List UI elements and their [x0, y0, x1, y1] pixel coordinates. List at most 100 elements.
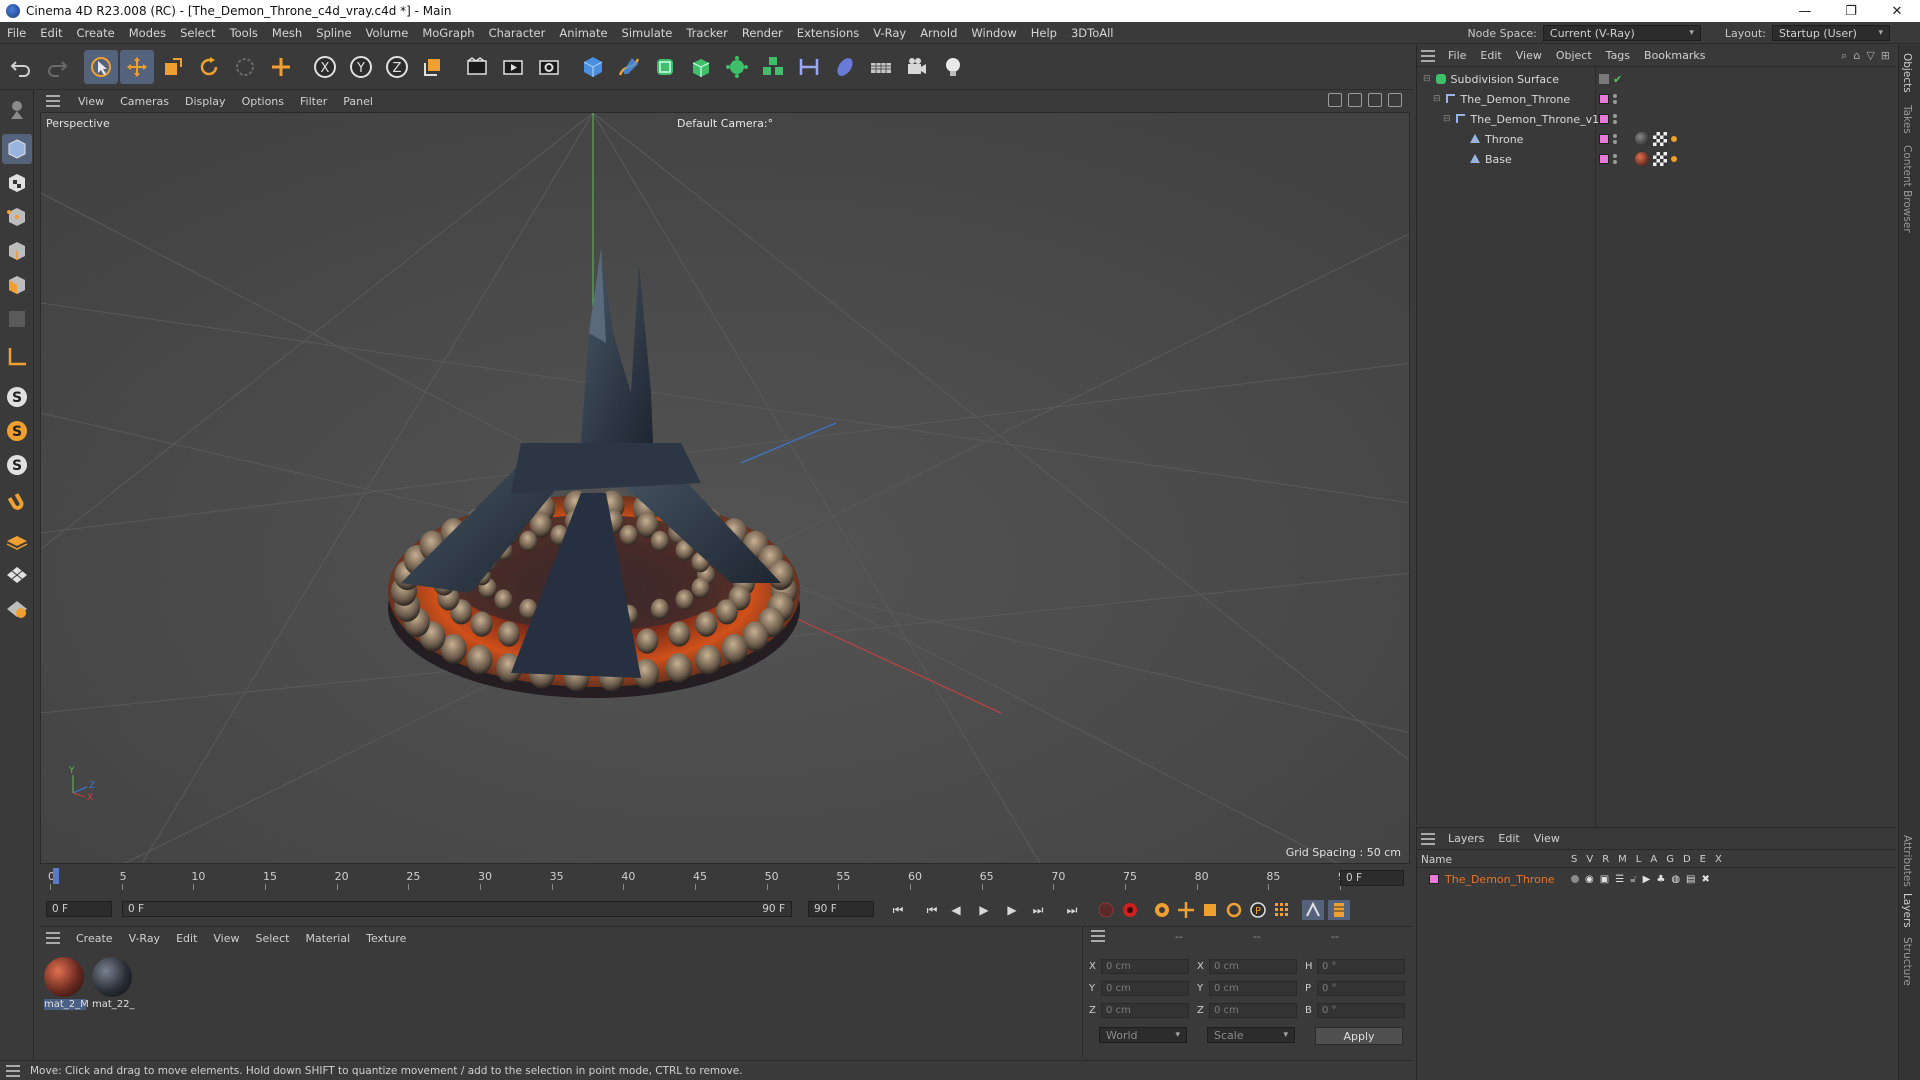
material-tag-icon[interactable]	[1635, 152, 1649, 166]
go-to-end-button[interactable]: ⏭	[1062, 900, 1082, 920]
uvw-tag-icon[interactable]	[1653, 132, 1667, 146]
visibility-dots-icon[interactable]	[1613, 154, 1617, 164]
subdivision-surface-button[interactable]	[648, 50, 682, 84]
size-z-field[interactable]: 0 cm	[1209, 1002, 1297, 1018]
visibility-dots-icon[interactable]	[1613, 134, 1617, 144]
node-space-select[interactable]: Current (V-Ray) ▾	[1542, 25, 1701, 41]
key-rotation-button[interactable]	[1224, 900, 1244, 920]
object-manager-menu-icon[interactable]	[1421, 49, 1435, 62]
material-menu-edit[interactable]: Edit	[168, 932, 205, 945]
make-editable-button[interactable]	[2, 94, 32, 124]
layer-menu-icon[interactable]	[1421, 832, 1435, 845]
visibility-dots-icon[interactable]	[1613, 114, 1617, 124]
menu-select[interactable]: Select	[173, 26, 222, 40]
redo-button[interactable]	[40, 50, 74, 84]
point-mode-button[interactable]	[2, 202, 32, 232]
coordinate-system-button[interactable]	[416, 50, 450, 84]
snap-settings-button[interactable]: S	[2, 416, 32, 446]
select-tool-button[interactable]	[84, 50, 118, 84]
tab-takes[interactable]: Takes	[1901, 105, 1913, 134]
uvw-tag-icon[interactable]	[1653, 152, 1667, 166]
rotation-h-field[interactable]: 0 °	[1317, 958, 1405, 974]
rotate-tool-button[interactable]	[192, 50, 226, 84]
material-menu-view[interactable]: View	[205, 932, 247, 945]
timeline-view-button[interactable]	[1328, 900, 1350, 920]
apply-button[interactable]: Apply	[1315, 1027, 1403, 1045]
position-x-field[interactable]: 0 cm	[1101, 958, 1189, 974]
viewport-menu-view[interactable]: View	[70, 95, 112, 108]
camera-label[interactable]: Default Camera:°	[677, 117, 773, 130]
tab-structure[interactable]: Structure	[1901, 937, 1913, 986]
om-menu-tags[interactable]: Tags	[1599, 49, 1637, 62]
animation-flag-icon[interactable]: ▶	[1643, 874, 1651, 885]
layer-menu-edit[interactable]: Edit	[1491, 832, 1526, 845]
polygon-mode-button[interactable]	[2, 270, 32, 300]
close-button[interactable]: ✕	[1874, 0, 1920, 22]
material-swatch[interactable]: mat_22_	[92, 957, 135, 1015]
current-frame-field[interactable]: 0 F	[1340, 870, 1404, 886]
cloner-button[interactable]	[720, 50, 754, 84]
tab-attributes[interactable]: Attributes	[1901, 835, 1913, 887]
pan-icon[interactable]	[1328, 93, 1342, 107]
generator-flag-icon[interactable]: ♣	[1656, 874, 1665, 885]
layer-sheet-button[interactable]	[2, 526, 32, 556]
frame-range-slider[interactable]: 0 F 90 F	[122, 901, 792, 917]
key-scale-button[interactable]	[1200, 900, 1220, 920]
viewport-menu-icon[interactable]	[46, 95, 60, 107]
layout-select[interactable]: Startup (User) ▾	[1772, 25, 1890, 41]
camera-button[interactable]	[900, 50, 934, 84]
object-row[interactable]: Throne	[1417, 129, 1897, 149]
viewport-menu-display[interactable]: Display	[177, 95, 234, 108]
undo-button[interactable]	[4, 50, 38, 84]
material-tag-icon[interactable]	[1635, 132, 1649, 146]
magnet-button[interactable]	[2, 488, 32, 518]
menu-modes[interactable]: Modes	[122, 26, 173, 40]
menu-vray[interactable]: V-Ray	[866, 26, 913, 40]
field-button[interactable]	[828, 50, 862, 84]
keyframe-selection-button[interactable]	[1152, 900, 1172, 920]
deformer-button[interactable]	[792, 50, 826, 84]
position-y-field[interactable]: 0 cm	[1101, 980, 1189, 996]
material-swatch[interactable]: mat_2_M	[44, 957, 89, 1015]
layer-menu-layers[interactable]: Layers	[1441, 832, 1491, 845]
recent-tool-button[interactable]	[228, 50, 262, 84]
render-view-button[interactable]	[496, 50, 530, 84]
collapse-icon[interactable]: ⊟	[1433, 94, 1441, 104]
material-menu-select[interactable]: Select	[248, 932, 298, 945]
timeline-ruler[interactable]: 051015202530354045505560657075808590 0 F	[40, 866, 1410, 894]
manager-flag-icon[interactable]: ☰	[1615, 874, 1624, 885]
tab-content-browser[interactable]: Content Browser	[1901, 145, 1913, 233]
transform-mode-select[interactable]: Scale ▾	[1207, 1027, 1295, 1043]
frame-ruler[interactable]: 051015202530354045505560657075808590	[48, 866, 1352, 892]
key-position-button[interactable]	[1176, 900, 1196, 920]
menu-edit[interactable]: Edit	[33, 26, 69, 40]
render-region-button[interactable]	[460, 50, 494, 84]
layer-color-swatch[interactable]	[1599, 114, 1609, 124]
material-menu-create[interactable]: Create	[68, 932, 121, 945]
pen-tool-button[interactable]	[612, 50, 646, 84]
record-keys-button[interactable]	[1096, 900, 1116, 920]
model-mode-button[interactable]	[2, 134, 32, 164]
material-menu-vray[interactable]: V-Ray	[121, 932, 169, 945]
lock-plane-button[interactable]	[2, 594, 32, 624]
material-menu-icon[interactable]	[46, 932, 60, 944]
size-y-field[interactable]: 0 cm	[1209, 980, 1297, 996]
vray-tag-icon[interactable]	[1671, 156, 1677, 162]
3d-viewport[interactable]: Perspective Default Camera:° Grid Spacin…	[40, 112, 1410, 864]
object-row[interactable]: ⊟ The_Demon_Throne	[1417, 89, 1897, 109]
workplane-button[interactable]	[2, 342, 32, 372]
prev-key-button[interactable]: ⏮	[922, 900, 942, 920]
position-z-field[interactable]: 0 cm	[1101, 1002, 1189, 1018]
search-icon[interactable]: ⌕	[1841, 49, 1847, 63]
tab-objects[interactable]: Objects	[1901, 53, 1913, 93]
z-axis-lock-button[interactable]: Z	[380, 50, 414, 84]
visibility-dots-icon[interactable]	[1613, 94, 1617, 104]
menu-simulate[interactable]: Simulate	[615, 26, 680, 40]
maximize-button[interactable]: ❐	[1828, 0, 1874, 22]
floor-button[interactable]	[864, 50, 898, 84]
menu-character[interactable]: Character	[482, 26, 553, 40]
collapse-icon[interactable]: ⊟	[1423, 74, 1431, 84]
tab-layers[interactable]: Layers	[1901, 893, 1913, 928]
material-menu-texture[interactable]: Texture	[358, 932, 414, 945]
go-to-start-button[interactable]: ⏮	[888, 900, 908, 920]
